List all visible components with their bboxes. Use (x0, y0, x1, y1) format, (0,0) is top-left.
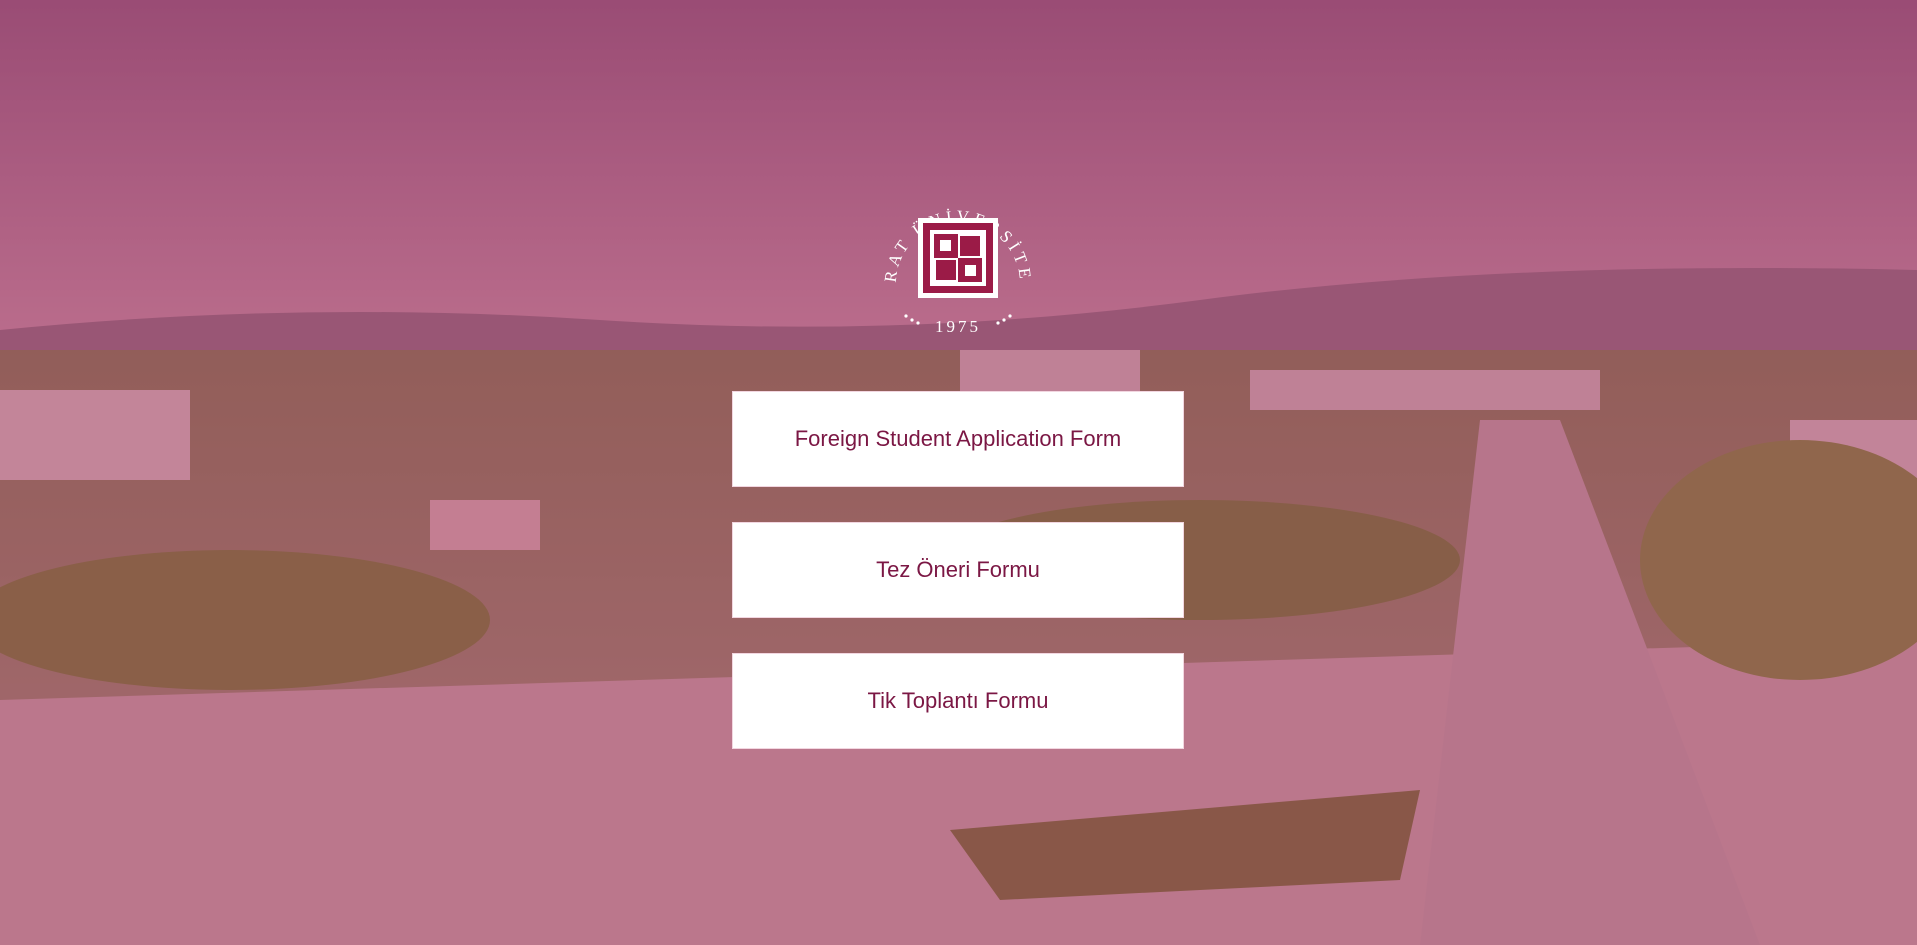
foreign-student-application-form-button[interactable]: Foreign Student Application Form (732, 391, 1184, 487)
tez-oneri-formu-button[interactable]: Tez Öneri Formu (732, 522, 1184, 618)
form-button-label: Foreign Student Application Form (794, 426, 1122, 451)
form-button-label: Tez Öneri Formu (876, 557, 1040, 582)
main-content: FIRAT ÜNİVERSİTESİ 1975 Foreign Student … (0, 0, 1917, 945)
form-button-label: Tik Toplantı Formu (867, 688, 1049, 713)
university-seal-icon: FIRAT ÜNİVERSİTESİ 1975 (874, 174, 1031, 336)
university-logo: FIRAT ÜNİVERSİTESİ 1975 (874, 174, 1042, 342)
logo-year: 1975 (935, 317, 981, 336)
tik-toplanti-formu-button[interactable]: Tik Toplantı Formu (732, 653, 1184, 749)
